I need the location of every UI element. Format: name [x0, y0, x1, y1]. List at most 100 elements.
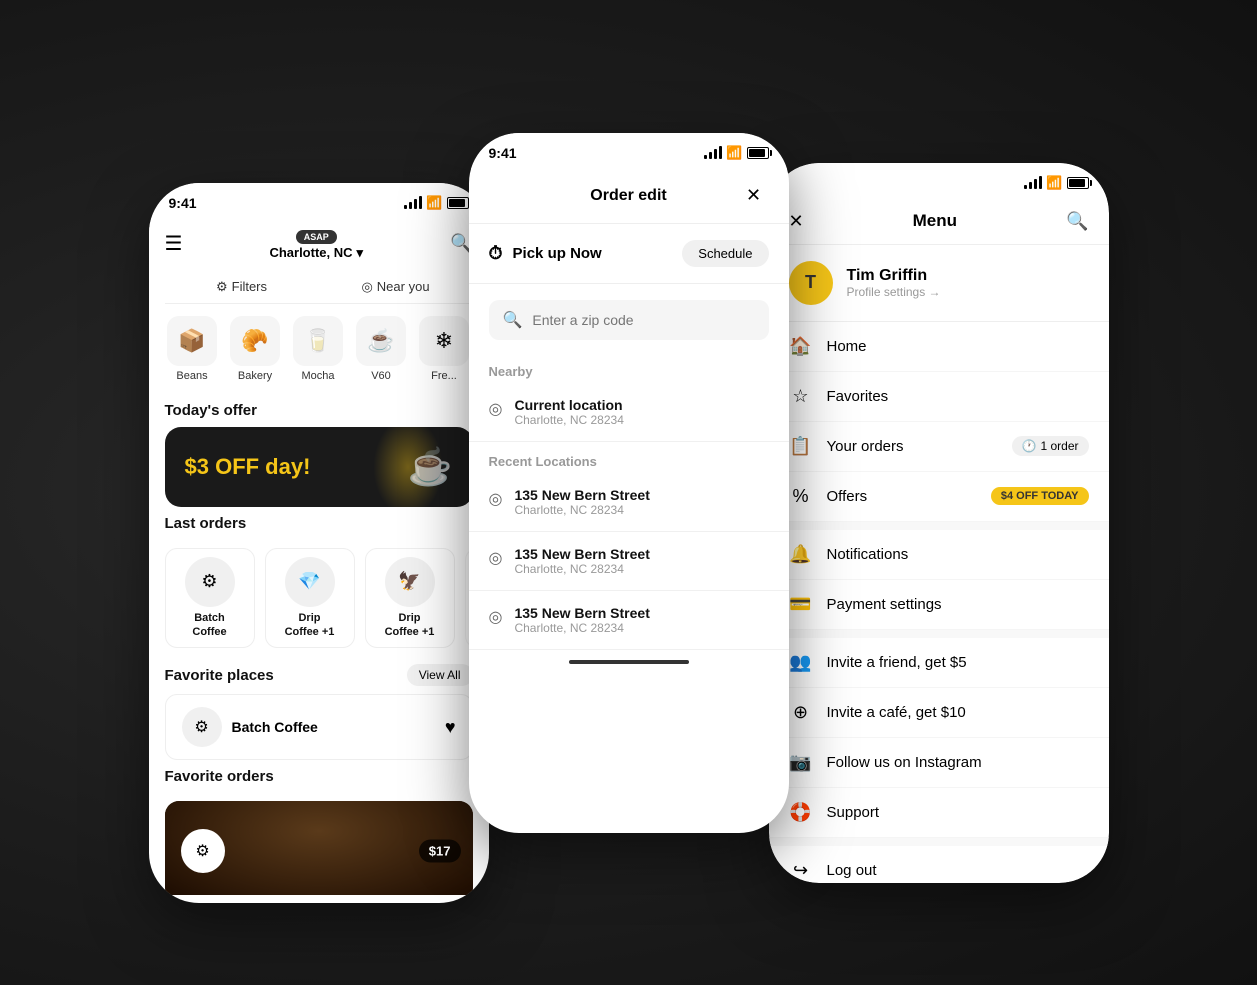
status-icons-left: 📶: [404, 195, 468, 211]
filters-tab[interactable]: ⚙ Filters: [165, 271, 319, 303]
menu-item-notifications[interactable]: 🔔 Notifications: [769, 530, 1109, 580]
menu-item-payment[interactable]: 💳 Payment settings: [769, 580, 1109, 630]
menu-item-favorites[interactable]: ☆ Favorites: [769, 372, 1109, 422]
signal-icon: [404, 197, 422, 209]
category-bakery[interactable]: 🥐 Bakery: [228, 316, 283, 382]
right-content: 📶 ✕ Menu 🔍 T Tim Griffin Profile set: [769, 163, 1109, 883]
favorites-label: Favorites: [827, 388, 889, 405]
battery-icon-mid: [747, 147, 769, 159]
category-french[interactable]: ❄ Fre...: [417, 316, 472, 382]
menu-item-offers[interactable]: % Offers $4 OFF TODAY: [769, 472, 1109, 522]
logout-label: Log out: [827, 862, 877, 879]
menu-search-button[interactable]: 🔍: [1066, 211, 1088, 232]
status-bar-left: 9:41 📶: [149, 183, 489, 219]
loc-addr-2: Charlotte, NC 28234: [514, 562, 649, 576]
fav-order-price: $17: [419, 840, 461, 863]
loc-info-1: 135 New Bern Street Charlotte, NC 28234: [514, 487, 649, 517]
loc-info-3: 135 New Bern Street Charlotte, NC 28234: [514, 605, 649, 635]
offer-coffee-icon: ☕: [408, 446, 453, 488]
fav-order-card[interactable]: ⚙ $17: [165, 801, 473, 894]
order-edit-title: Order edit: [590, 187, 666, 205]
loc-name-1: 135 New Bern Street: [514, 487, 649, 503]
current-location-icon: ◎: [489, 399, 503, 419]
schedule-button[interactable]: Schedule: [682, 240, 768, 267]
order-name-3: DripCoffee +1: [385, 611, 435, 640]
fav-order-logo: ⚙: [181, 829, 225, 873]
loc-name-3: 135 New Bern Street: [514, 605, 649, 621]
pickup-label: Pick up Now: [513, 245, 602, 262]
user-section[interactable]: T Tim Griffin Profile settings →: [769, 245, 1109, 322]
order-name-1: BatchCoffee: [192, 611, 226, 640]
header-center: ASAP Charlotte, NC ▾: [269, 227, 363, 261]
time-middle: 9:41: [489, 145, 517, 161]
payment-icon: 💳: [789, 594, 813, 615]
location-row[interactable]: Charlotte, NC ▾: [269, 245, 363, 261]
menu-item-instagram[interactable]: 📷 Follow us on Instagram: [769, 738, 1109, 788]
divider-3: [769, 838, 1109, 846]
invite-friend-label: Invite a friend, get $5: [827, 654, 967, 671]
near-you-tab[interactable]: ◎ Near you: [319, 271, 473, 303]
order-logo-1: ⚙: [185, 557, 235, 607]
loc-name-2: 135 New Bern Street: [514, 546, 649, 562]
battery-icon-right: [1067, 177, 1089, 189]
menu-item-support[interactable]: 🛟 Support: [769, 788, 1109, 838]
zip-input[interactable]: [532, 312, 754, 328]
offer-banner[interactable]: $3 OFF day! ☕: [165, 427, 473, 507]
view-all-button[interactable]: View All: [407, 664, 473, 686]
order-edit-header: Order edit ✕: [469, 169, 789, 224]
close-button[interactable]: ✕: [739, 181, 769, 211]
current-location-address: Charlotte, NC 28234: [514, 413, 623, 427]
left-phone-content: ☰ ASAP Charlotte, NC ▾ 🔍 ⚙ Filters: [149, 219, 489, 895]
menu-item-invite-friend[interactable]: 👥 Invite a friend, get $5: [769, 638, 1109, 688]
menu-item-invite-cafe[interactable]: ⊕ Invite a café, get $10: [769, 688, 1109, 738]
wifi-icon: 📶: [426, 195, 442, 211]
orders-scroll: ⚙ BatchCoffee 💎 DripCoffee +1 🦅 DripCoff…: [149, 540, 489, 657]
order-name-2: DripCoffee +1: [285, 611, 335, 640]
filter-icon: ⚙: [216, 279, 228, 295]
battery-icon: [447, 197, 469, 209]
signal-icon-right: [1024, 177, 1042, 189]
category-scroll: 📦 Beans 🥐 Bakery 🥛 Mocha ☕ V60 ❄ Fr: [149, 304, 489, 394]
order-logo-3: 🦅: [385, 557, 435, 607]
menu-title: Menu: [913, 211, 957, 231]
menu-item-logout[interactable]: ↪ Log out: [769, 846, 1109, 883]
order-card-2[interactable]: 💎 DripCoffee +1: [265, 548, 355, 649]
left-header: ☰ ASAP Charlotte, NC ▾ 🔍: [149, 219, 489, 271]
recent-location-3[interactable]: ◎ 135 New Bern Street Charlotte, NC 2823…: [469, 591, 789, 650]
category-beans[interactable]: 📦 Beans: [165, 316, 220, 382]
v60-icon: ☕: [356, 316, 406, 366]
timer-icon: ⏱: [489, 243, 503, 264]
payment-label: Payment settings: [827, 596, 942, 613]
status-bar-middle: 9:41 📶: [469, 133, 789, 169]
order-card-1[interactable]: ⚙ BatchCoffee: [165, 548, 255, 649]
category-mocha[interactable]: 🥛 Mocha: [291, 316, 346, 382]
today-offer-title: Today's offer: [149, 394, 489, 427]
heart-icon[interactable]: ♥: [445, 717, 456, 738]
signal-icon-mid: [704, 147, 722, 159]
menu-close-button[interactable]: ✕: [789, 211, 804, 232]
logout-icon: ↪: [789, 860, 813, 881]
user-avatar: T: [789, 261, 833, 305]
loc-addr-3: Charlotte, NC 28234: [514, 621, 649, 635]
asap-badge: ASAP: [269, 227, 363, 245]
order-card-3[interactable]: 🦅 DripCoffee +1: [365, 548, 455, 649]
loc-icon-2: ◎: [489, 548, 503, 568]
menu-item-home[interactable]: 🏠 Home: [769, 322, 1109, 372]
last-orders-title: Last orders: [149, 507, 489, 540]
home-label: Home: [827, 338, 867, 355]
recent-location-2[interactable]: ◎ 135 New Bern Street Charlotte, NC 2823…: [469, 532, 789, 591]
divider-1: [769, 522, 1109, 530]
zip-search[interactable]: 🔍: [489, 300, 769, 340]
favorite-places-header: Favorite places View All: [149, 656, 489, 694]
hamburger-menu[interactable]: ☰: [165, 231, 183, 256]
divider-2: [769, 630, 1109, 638]
fav-card-1[interactable]: ⚙ Batch Coffee ♥: [165, 694, 473, 760]
instagram-label: Follow us on Instagram: [827, 754, 982, 771]
recent-location-1[interactable]: ◎ 135 New Bern Street Charlotte, NC 2823…: [469, 473, 789, 532]
category-v60[interactable]: ☕ V60: [354, 316, 409, 382]
menu-item-orders[interactable]: 📋 Your orders 🕐 1 order: [769, 422, 1109, 472]
profile-settings-link[interactable]: Profile settings →: [847, 285, 941, 299]
current-location-item[interactable]: ◎ Current location Charlotte, NC 28234: [469, 383, 789, 442]
current-location-name: Current location: [514, 397, 623, 413]
beans-icon: 📦: [167, 316, 217, 366]
